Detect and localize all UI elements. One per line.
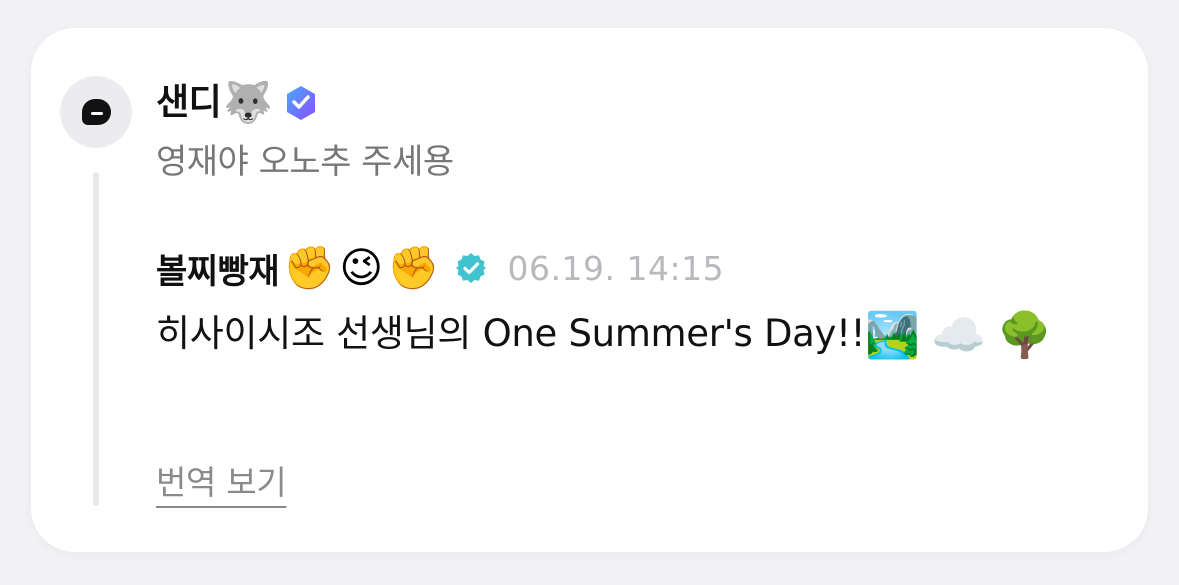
- timestamp: 06.19. 14:15: [507, 248, 725, 288]
- avatar[interactable]: [60, 76, 132, 148]
- quote-text: 히사이시조 선생님의 One Summer's Day!!🏞️ ☁️ 🌳: [156, 306, 1096, 362]
- purple-heart-check-badge-icon: [287, 86, 316, 120]
- national-park-emoji-icon: 🏞️: [865, 310, 920, 361]
- thread-line: [93, 172, 99, 506]
- chat-bubble-icon: [82, 99, 111, 125]
- post-text: 영재야 오노추 주세용: [156, 142, 454, 182]
- post-author-row: 샌디 🐺: [156, 78, 319, 128]
- quote-author-name[interactable]: 볼찌빵재: [156, 244, 280, 293]
- cloud-emoji-icon: ☁️: [931, 310, 986, 361]
- teal-verified-badge-icon: [455, 253, 486, 283]
- raised-fist-emoji-icon: ✊: [387, 243, 440, 292]
- winking-face-emoji-icon: 😉: [339, 243, 384, 292]
- quote-author-row: 볼찌빵재 ✊ 😉 ✊ 06.19. 14:15: [156, 240, 724, 296]
- quote-body-text: 히사이시조 선생님의 One Summer's Day!!: [156, 312, 866, 355]
- tree-emoji-icon: 🌳: [997, 310, 1052, 361]
- translate-link[interactable]: 번역 보기: [156, 456, 287, 504]
- raised-fist-emoji-icon: ✊: [283, 243, 336, 292]
- wolf-emoji-icon: 🐺: [223, 80, 274, 126]
- post-author-name[interactable]: 샌디: [156, 78, 222, 128]
